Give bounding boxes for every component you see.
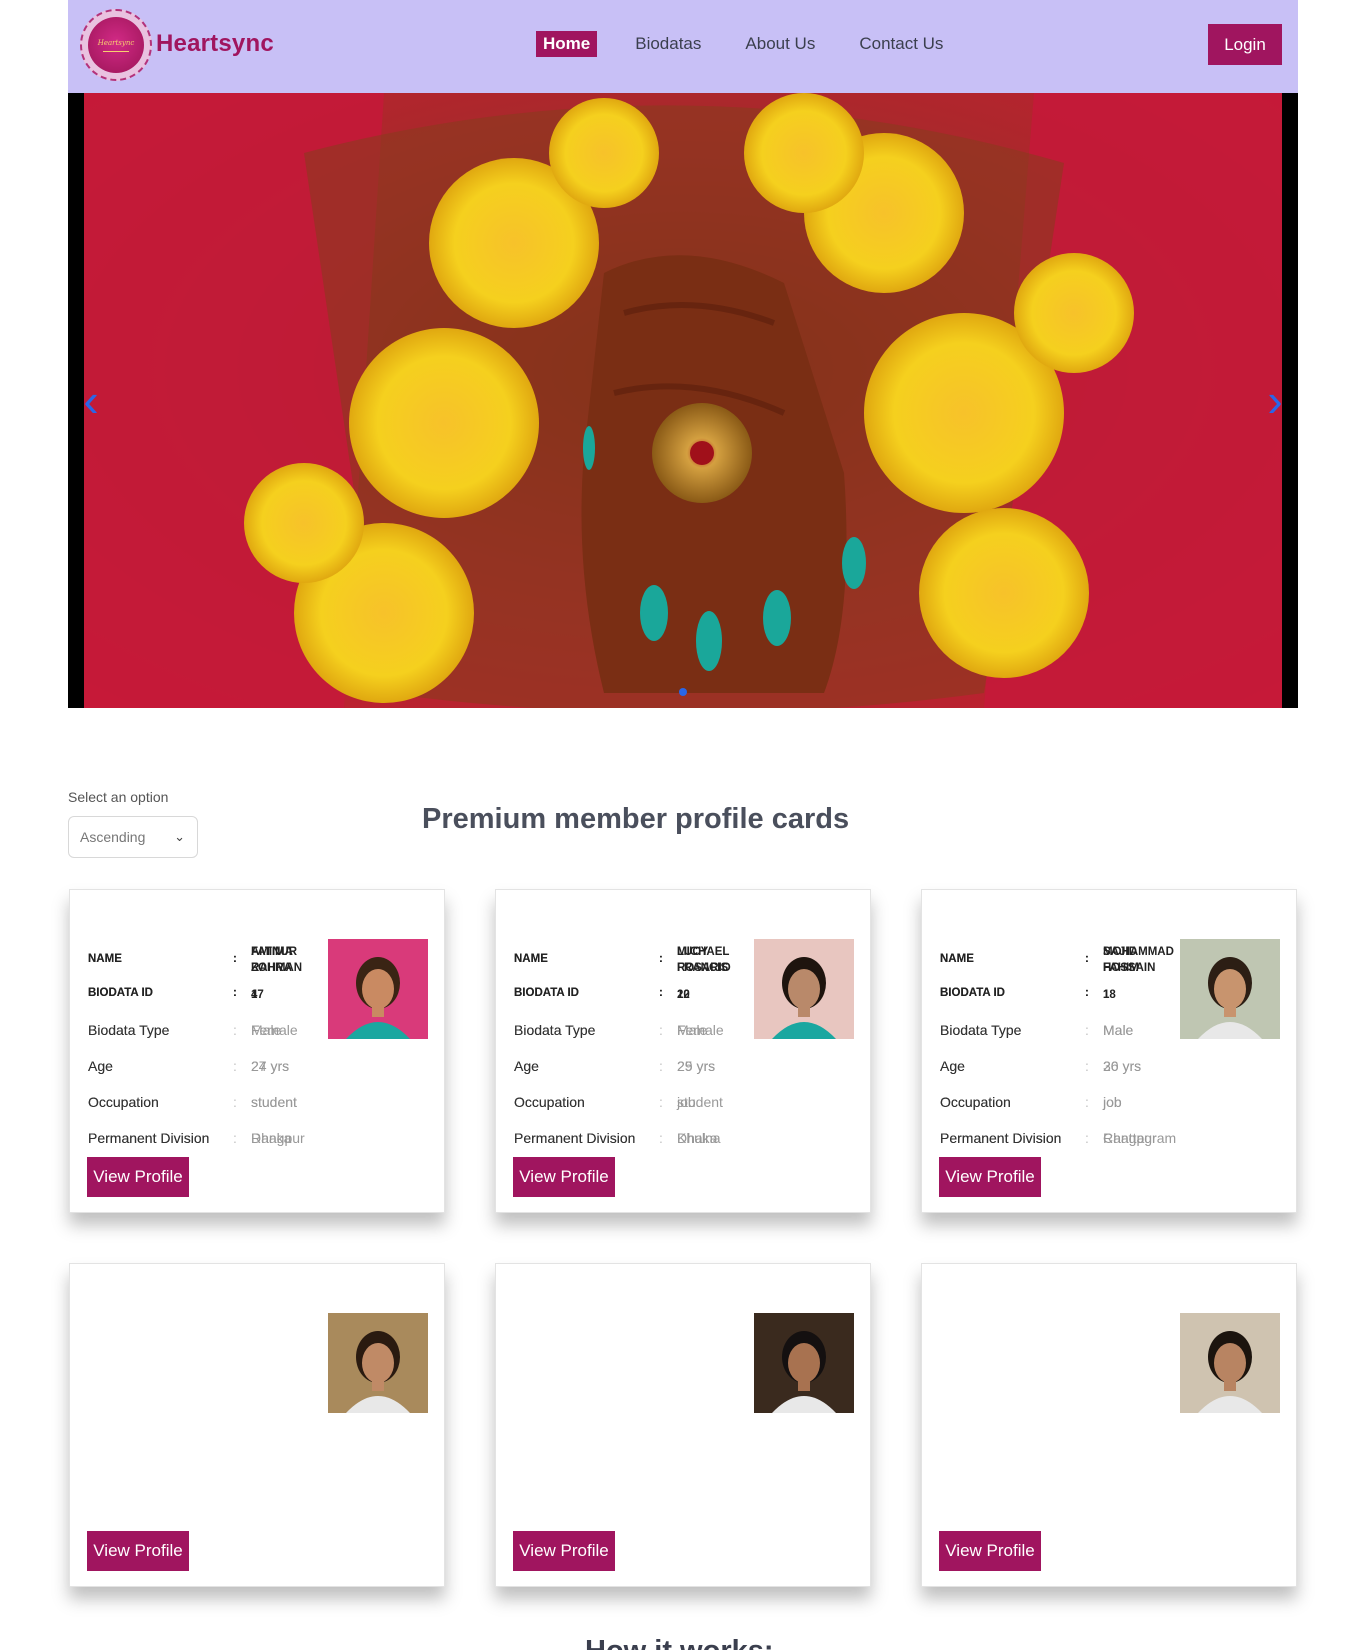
field-label: BIODATA ID <box>514 987 579 999</box>
field-separator: : <box>1085 1022 1089 1038</box>
carousel-dot-active[interactable] <box>679 688 687 696</box>
field-value: 17 <box>251 989 264 1001</box>
profile-photo <box>328 1313 428 1413</box>
nav-about-us[interactable]: About Us <box>745 34 815 54</box>
field-value: 27 yrs <box>251 1058 290 1074</box>
field-value: MOHAMMAD FAHIM <box>1103 946 1174 974</box>
view-profile-button[interactable]: View Profile <box>87 1157 189 1197</box>
field-value: 29 yrs <box>677 1058 716 1074</box>
field-label: NAME <box>940 953 974 965</box>
field-label: Biodata Type <box>514 1022 596 1038</box>
field-separator: : <box>659 987 663 999</box>
field-label: Permanent Division <box>514 1130 636 1146</box>
field-value: Male <box>1103 1022 1134 1038</box>
brand-logo-icon[interactable]: Heartsync <box>80 9 152 81</box>
nav-biodatas[interactable]: Biodatas <box>635 34 701 54</box>
field-separator: : <box>659 1022 663 1038</box>
brand-name[interactable]: Heartsync <box>156 30 274 58</box>
field-value: 1 <box>1103 989 1110 1001</box>
chevron-left-icon[interactable]: ‹ <box>76 375 106 425</box>
field-value: Male <box>251 1022 282 1038</box>
sort-value: Ascending <box>80 829 146 845</box>
section-title: Premium member profile cards <box>422 803 850 835</box>
field-separator: : <box>233 1058 237 1074</box>
field-separator: : <box>1085 987 1089 999</box>
field-label: Age <box>940 1058 965 1074</box>
view-profile-button[interactable]: View Profile <box>513 1531 615 1571</box>
field-label: BIODATA ID <box>88 987 153 999</box>
field-label: Occupation <box>514 1094 585 1110</box>
field-label: Occupation <box>88 1094 159 1110</box>
carousel-dots <box>68 688 1298 696</box>
profile-photo <box>328 939 428 1039</box>
field-value: 30 yrs <box>1103 1058 1142 1074</box>
field-separator: : <box>233 987 237 999</box>
sort-label: Select an option <box>68 789 169 805</box>
field-value: Rangpur <box>251 1130 305 1146</box>
field-value: job <box>1103 1094 1122 1110</box>
field-separator: : <box>1085 1130 1089 1146</box>
field-label: Permanent Division <box>940 1130 1062 1146</box>
profile-photo <box>754 1313 854 1413</box>
field-separator: : <box>659 1094 663 1110</box>
login-button[interactable]: Login <box>1208 24 1282 65</box>
profile-photo <box>754 939 854 1039</box>
field-separator: : <box>233 953 237 965</box>
field-separator: : <box>659 953 663 965</box>
hero-image <box>84 93 1282 708</box>
view-profile-button[interactable]: View Profile <box>939 1531 1041 1571</box>
field-value: AMINUR RAHMAN <box>251 946 303 974</box>
chevron-right-icon[interactable]: › <box>1260 375 1290 425</box>
chevron-down-icon: ⌄ <box>174 829 185 844</box>
profile-photo <box>1180 1313 1280 1413</box>
nav-links: Home Biodatas About Us Contact Us <box>536 31 987 57</box>
field-label: Occupation <box>940 1094 1011 1110</box>
field-label: NAME <box>514 953 548 965</box>
navbar: Heartsync Heartsync Home Biodatas About … <box>68 0 1298 93</box>
field-value: student <box>251 1094 297 1110</box>
field-label: Biodata Type <box>940 1022 1022 1038</box>
field-value: Khulna <box>677 1130 721 1146</box>
field-value: job <box>677 1094 696 1110</box>
profile-photo <box>1180 939 1280 1039</box>
logo-text: Heartsync <box>97 38 135 47</box>
field-value: MICHAEL ROSARIO <box>677 946 731 974</box>
sort-select[interactable]: Ascending ⌄ <box>68 816 198 858</box>
nav-contact-us[interactable]: Contact Us <box>859 34 943 54</box>
view-profile-button[interactable]: View Profile <box>939 1157 1041 1197</box>
field-separator: : <box>659 1058 663 1074</box>
field-separator: : <box>1085 1058 1089 1074</box>
field-label: NAME <box>88 953 122 965</box>
field-separator: : <box>1085 1094 1089 1110</box>
field-separator: : <box>1085 953 1089 965</box>
field-separator: : <box>233 1022 237 1038</box>
field-value: 12 <box>677 989 690 1001</box>
profile-card: NAME: LUCY FRANCIS BIODATA ID:20 Biodata Ty… <box>495 889 871 1213</box>
field-separator: : <box>233 1094 237 1110</box>
profile-card: NAME: FATIMA ZOHRA BIODATA ID:4 Biodata Typ… <box>69 889 445 1213</box>
nav-home[interactable]: Home <box>536 31 598 57</box>
profile-card: NAME: AMINUR RAHMAN BIODATA ID: 17 Biodata T… <box>69 946 445 1587</box>
field-value: Rangpur <box>1103 1130 1157 1146</box>
field-separator: : <box>659 1130 663 1146</box>
view-profile-button[interactable]: View Profile <box>87 1531 189 1571</box>
profile-card: NAME: MICHAEL ROSARIO BIODATA ID: 12 Biodata… <box>495 946 871 1587</box>
field-label: Age <box>514 1058 539 1074</box>
view-profile-button[interactable]: View Profile <box>513 1157 615 1197</box>
field-value: Male <box>677 1022 708 1038</box>
field-separator: : <box>233 1130 237 1146</box>
field-label: Permanent Division <box>88 1130 210 1146</box>
how-it-works-title: How it works: <box>585 1635 774 1650</box>
profile-card: NAME: SAJID HOSSAIN BIODATA ID:18 Biodata T… <box>921 889 1297 1213</box>
field-label: Biodata Type <box>88 1022 170 1038</box>
field-label: Age <box>88 1058 113 1074</box>
profile-card: NAME: MOHAMMAD FAHIM BIODATA ID: 1 Biodata T… <box>921 946 1297 1587</box>
field-label: BIODATA ID <box>940 987 1005 999</box>
hero-carousel: ‹ › <box>68 93 1298 708</box>
